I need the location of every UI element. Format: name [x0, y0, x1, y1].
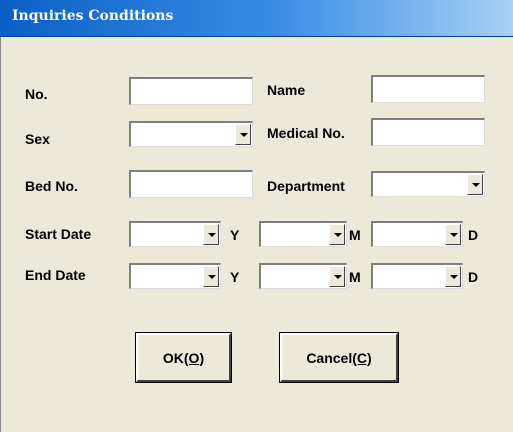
medical-no-input[interactable] [371, 118, 485, 146]
sex-dropdown[interactable] [129, 121, 253, 147]
end-day-dropdown[interactable] [371, 263, 463, 289]
end-year-unit: Y [230, 269, 240, 285]
start-year-dropdown[interactable] [129, 221, 221, 247]
end-year-dropdown[interactable] [129, 263, 221, 289]
chevron-down-icon[interactable] [235, 124, 251, 145]
bed-no-input[interactable] [129, 170, 253, 198]
chevron-down-icon[interactable] [203, 224, 219, 245]
chevron-down-icon[interactable] [467, 174, 483, 195]
window-title: Inquiries Conditions [12, 8, 174, 24]
medical-no-label: Medical No. [267, 125, 345, 141]
end-month-unit: M [349, 269, 361, 285]
name-label: Name [267, 82, 306, 98]
ok-button-mnemonic: (O) [183, 349, 205, 366]
cancel-button[interactable]: Cancel (C) [280, 333, 398, 382]
start-day-dropdown[interactable] [371, 221, 463, 247]
sex-label: Sex [25, 131, 50, 147]
end-date-label: End Date [25, 267, 86, 283]
ok-button[interactable]: OK (O) [136, 333, 231, 382]
chevron-down-icon[interactable] [329, 266, 345, 287]
ok-button-label: OK [162, 349, 184, 366]
dialog-body: No. Name Sex Medical No. Bed No. Departm… [0, 37, 513, 432]
chevron-down-icon[interactable] [445, 224, 461, 245]
title-bar[interactable]: Inquiries Conditions [0, 0, 513, 37]
name-input[interactable] [371, 75, 485, 103]
bed-no-label: Bed No. [25, 178, 78, 194]
start-date-label: Start Date [25, 226, 92, 242]
start-month-dropdown[interactable] [259, 221, 347, 247]
cancel-button-label: Cancel [306, 349, 353, 366]
chevron-down-icon[interactable] [329, 224, 345, 245]
end-day-unit: D [468, 269, 479, 285]
department-label: Department [267, 178, 345, 194]
cancel-button-mnemonic: (C) [352, 349, 372, 366]
start-year-unit: Y [230, 227, 240, 243]
end-month-dropdown[interactable] [259, 263, 347, 289]
chevron-down-icon[interactable] [203, 266, 219, 287]
start-day-unit: D [468, 227, 479, 243]
no-label: No. [25, 86, 48, 102]
department-dropdown[interactable] [371, 171, 485, 197]
start-month-unit: M [349, 227, 361, 243]
no-input[interactable] [129, 77, 253, 105]
chevron-down-icon[interactable] [445, 266, 461, 287]
